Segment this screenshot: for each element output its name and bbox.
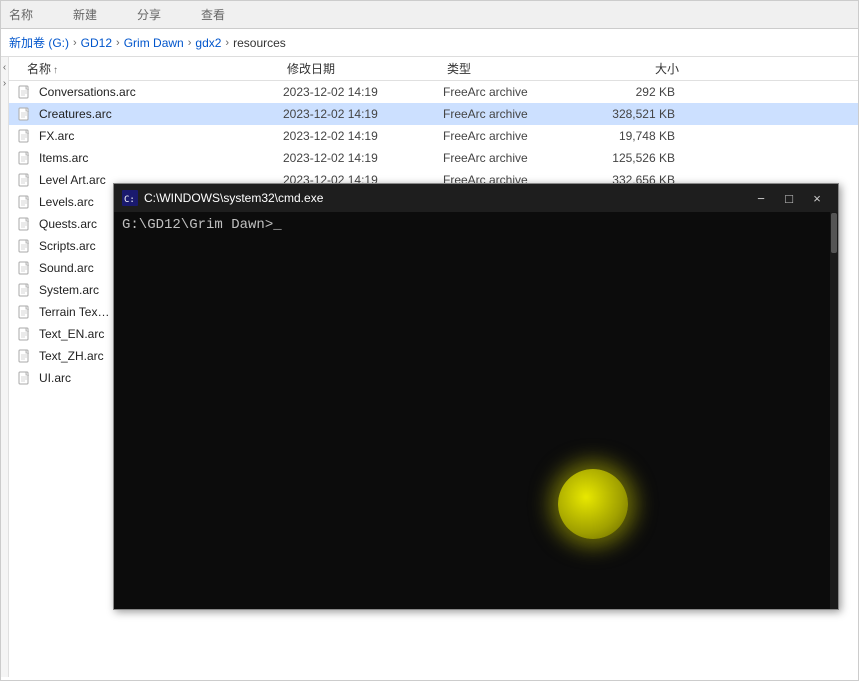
cmd-prompt-line: G:\GD12\Grim Dawn>_ — [122, 216, 830, 236]
cmd-controls: − □ × — [748, 187, 830, 209]
breadcrumb-resources: resources — [233, 36, 286, 50]
cmd-titlebar: C: C:\WINDOWS\system32\cmd.exe − □ × — [114, 184, 838, 212]
file-size: 19,748 KB — [583, 129, 683, 143]
file-icon — [17, 194, 33, 210]
cmd-scrollbar-thumb[interactable] — [831, 213, 837, 253]
cmd-maximize-button[interactable]: □ — [776, 187, 802, 209]
file-size: 328,521 KB — [583, 107, 683, 121]
file-icon — [17, 128, 33, 144]
file-icon — [17, 106, 33, 122]
breadcrumb-sep-2: › — [116, 37, 120, 49]
file-date: 2023-12-02 14:19 — [283, 129, 443, 143]
tab-label-2[interactable]: 新建 — [73, 6, 97, 23]
breadcrumb-gdx2[interactable]: gdx2 — [195, 36, 221, 50]
top-tabs: 名称 新建 分享 查看 — [1, 1, 858, 29]
file-name: Creatures.arc — [39, 107, 283, 121]
breadcrumb: 新加卷 (G:) › GD12 › Grim Dawn › gdx2 › res… — [1, 29, 858, 57]
file-type: FreeArc archive — [443, 107, 583, 121]
file-icon — [17, 348, 33, 364]
col-header-type[interactable]: 类型 — [447, 60, 587, 77]
table-row[interactable]: FX.arc2023-12-02 14:19FreeArc archive19,… — [9, 125, 858, 147]
file-icon — [17, 238, 33, 254]
breadcrumb-sep-1: › — [73, 37, 77, 49]
cmd-body: G:\GD12\Grim Dawn>_ — [114, 212, 838, 609]
file-icon — [17, 260, 33, 276]
breadcrumb-sep-3: › — [188, 37, 192, 49]
file-icon — [17, 172, 33, 188]
file-icon — [17, 326, 33, 342]
file-name: Items.arc — [39, 151, 283, 165]
table-row[interactable]: Conversations.arc2023-12-02 14:19FreeArc… — [9, 81, 858, 103]
tab-label-1[interactable]: 名称 — [9, 6, 33, 23]
left-nav: ‹ › — [1, 57, 9, 677]
cmd-icon: C: — [122, 190, 138, 206]
tab-label-3[interactable]: 分享 — [137, 6, 161, 23]
col-header-size[interactable]: 大小 — [587, 60, 687, 77]
file-icon — [17, 150, 33, 166]
col-header-date[interactable]: 修改日期 — [287, 60, 447, 77]
file-date: 2023-12-02 14:19 — [283, 85, 443, 99]
breadcrumb-gd12[interactable]: GD12 — [81, 36, 112, 50]
file-name: FX.arc — [39, 129, 283, 143]
nav-arrow-1[interactable]: ‹ — [3, 61, 6, 75]
breadcrumb-sep-4: › — [225, 37, 229, 49]
sort-arrow: ↑ — [53, 65, 58, 76]
nav-arrow-2[interactable]: › — [3, 77, 6, 91]
file-type: FreeArc archive — [443, 151, 583, 165]
cmd-window: C: C:\WINDOWS\system32\cmd.exe − □ × G:\… — [113, 183, 839, 610]
file-icon — [17, 282, 33, 298]
tab-label-4[interactable]: 查看 — [201, 6, 225, 23]
file-icon — [17, 304, 33, 320]
file-date: 2023-12-02 14:19 — [283, 151, 443, 165]
file-date: 2023-12-02 14:19 — [283, 107, 443, 121]
cmd-cursor: _ — [273, 217, 281, 233]
file-icon — [17, 370, 33, 386]
column-headers: 名称↑ 修改日期 类型 大小 — [1, 57, 858, 81]
file-icon — [17, 84, 33, 100]
breadcrumb-grimdawn[interactable]: Grim Dawn — [124, 36, 184, 50]
cmd-close-button[interactable]: × — [804, 187, 830, 209]
breadcrumb-drive[interactable]: 新加卷 (G:) — [9, 34, 69, 51]
table-row[interactable]: Items.arc2023-12-02 14:19FreeArc archive… — [9, 147, 858, 169]
file-type: FreeArc archive — [443, 129, 583, 143]
col-header-name[interactable]: 名称↑ — [27, 60, 287, 77]
table-row[interactable]: Creatures.arc2023-12-02 14:19FreeArc arc… — [9, 103, 858, 125]
file-type: FreeArc archive — [443, 85, 583, 99]
svg-text:C:: C: — [124, 195, 135, 205]
yellow-circle-indicator — [558, 469, 628, 539]
file-icon — [17, 216, 33, 232]
cmd-minimize-button[interactable]: − — [748, 187, 774, 209]
file-size: 292 KB — [583, 85, 683, 99]
cmd-title-text: C:\WINDOWS\system32\cmd.exe — [144, 191, 748, 205]
cmd-scrollbar[interactable] — [830, 212, 838, 609]
file-size: 125,526 KB — [583, 151, 683, 165]
file-name: Conversations.arc — [39, 85, 283, 99]
